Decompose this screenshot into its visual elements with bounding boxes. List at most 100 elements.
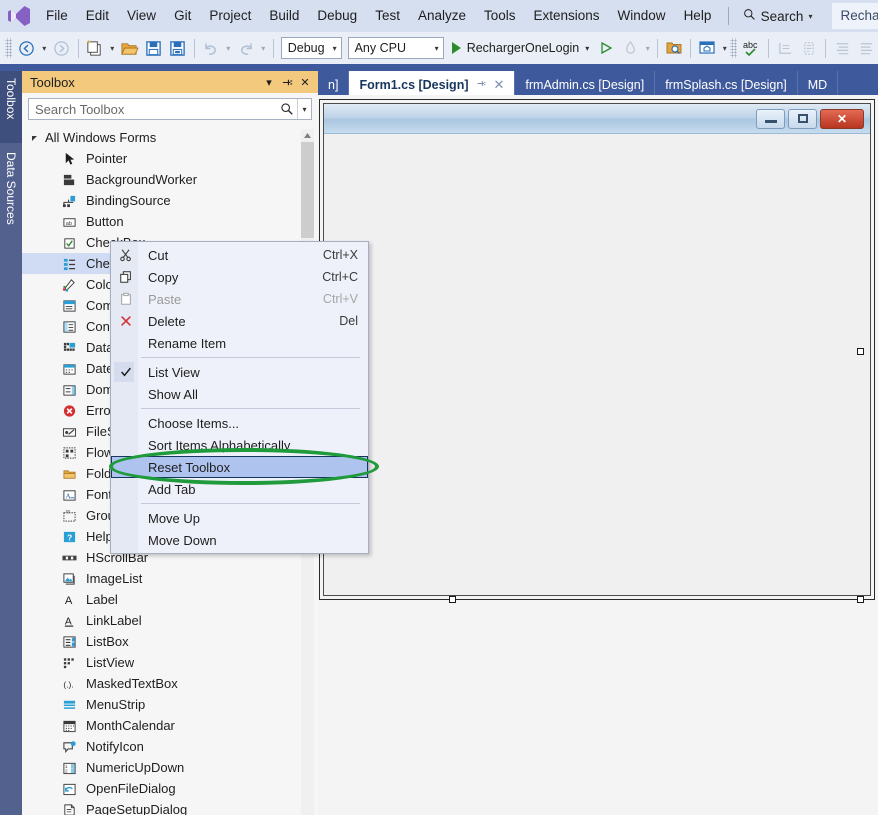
menu-item-file[interactable]: File xyxy=(37,3,77,29)
pin-icon[interactable] xyxy=(278,73,296,91)
toolbox-search-dropdown-icon[interactable]: ▾ xyxy=(297,99,311,119)
platform-combo[interactable]: Any CPU ▾ xyxy=(347,37,444,59)
toolbox-item-button[interactable]: ab Button xyxy=(22,211,318,232)
toolbar-grip-2[interactable] xyxy=(730,38,738,58)
toolbox-item-notifyicon[interactable]: NotifyIcon xyxy=(22,736,318,757)
editor-tab-frmsplash-cs--design-[interactable]: frmSplash.cs [Design] xyxy=(655,71,798,95)
vertical-tab-data-sources[interactable]: Data Sources xyxy=(0,145,22,255)
toolbox-context-menu[interactable]: Cut Ctrl+X Copy Ctrl+C Paste Ctrl+V Delete Del R… xyxy=(110,241,369,554)
toolbar-grip[interactable] xyxy=(5,38,12,58)
uncomment-icon[interactable] xyxy=(854,36,878,60)
context-menu-item-copy[interactable]: Copy Ctrl+C xyxy=(111,266,368,288)
vertical-tab-toolbox[interactable]: Toolbox xyxy=(0,71,22,143)
navigate-forward-icon[interactable] xyxy=(50,36,74,60)
designed-form[interactable]: ✕ xyxy=(323,103,871,596)
toolbox-item-monthcalendar[interactable]: MonthCalendar xyxy=(22,715,318,736)
resize-handle-right[interactable] xyxy=(857,348,864,355)
spellcheck-abc-icon[interactable]: abc xyxy=(740,36,764,60)
new-project-dropdown[interactable]: ▾ xyxy=(107,36,118,60)
scroll-up-arrow-icon[interactable] xyxy=(301,129,314,142)
menu-item-view[interactable]: View xyxy=(118,3,165,29)
toolbox-item-imagelist[interactable]: ImageList xyxy=(22,568,318,589)
navigate-back-icon[interactable] xyxy=(15,36,39,60)
context-menu-item-reset-toolbox[interactable]: Reset Toolbox xyxy=(111,456,368,478)
menu-item-extensions[interactable]: Extensions xyxy=(525,3,609,29)
menu-item-git[interactable]: Git xyxy=(165,3,200,29)
editor-tab-n-[interactable]: n] xyxy=(318,71,350,95)
toolbox-item-pagesetupdialog[interactable]: PageSetupDialog xyxy=(22,799,318,815)
menu-item-edit[interactable]: Edit xyxy=(77,3,118,29)
context-menu-item-rename-item[interactable]: Rename Item xyxy=(111,332,368,354)
context-menu-item-show-all[interactable]: Show All xyxy=(111,383,368,405)
context-menu-item-list-view[interactable]: List View xyxy=(111,361,368,383)
context-menu-item-move-down[interactable]: Move Down xyxy=(111,529,368,551)
context-menu-item-cut[interactable]: Cut Ctrl+X xyxy=(111,244,368,266)
navigate-back-dropdown[interactable]: ▾ xyxy=(39,36,50,60)
start-outline-icon[interactable] xyxy=(594,36,618,60)
toolbox-search-box[interactable]: Search Toolbox ▾ xyxy=(28,98,312,120)
menu-item-help[interactable]: Help xyxy=(675,3,721,29)
form-maximize-button[interactable] xyxy=(788,108,817,129)
menu-item-analyze[interactable]: Analyze xyxy=(409,3,475,29)
toolbox-item-label[interactable]: A Label xyxy=(22,589,318,610)
editor-tab-frmadmin-cs--design-[interactable]: frmAdmin.cs [Design] xyxy=(515,71,656,95)
context-menu-item-add-tab[interactable]: Add Tab xyxy=(111,478,368,500)
save-icon[interactable] xyxy=(142,36,166,60)
redo-dropdown[interactable]: ▾ xyxy=(258,36,269,60)
toolbox-item-bindingsource[interactable]: BindingSource xyxy=(22,190,318,211)
hot-reload-icon[interactable] xyxy=(618,36,642,60)
save-all-icon[interactable] xyxy=(166,36,190,60)
toolbox-item-openfiledialog[interactable]: OpenFileDialog xyxy=(22,778,318,799)
scrollbar-thumb[interactable] xyxy=(301,142,314,238)
solution-window-icon[interactable] xyxy=(695,36,719,60)
linklabel-icon: A xyxy=(60,612,78,629)
menu-item-test[interactable]: Test xyxy=(366,3,409,29)
context-menu-item-choose-items---[interactable]: Choose Items... xyxy=(111,412,368,434)
toolbox-item-numericupdown[interactable]: 1 2 NumericUpDown xyxy=(22,757,318,778)
toolbox-search-input[interactable]: Search Toolbox xyxy=(35,102,277,117)
toolbox-item-backgroundworker[interactable]: BackgroundWorker xyxy=(22,169,318,190)
undo-dropdown[interactable]: ▾ xyxy=(223,36,234,60)
toolbox-item-pointer[interactable]: Pointer xyxy=(22,148,318,169)
menu-item-window[interactable]: Window xyxy=(609,3,675,29)
solution-window-dropdown[interactable]: ▾ xyxy=(719,36,730,60)
editor-tab-md[interactable]: MD xyxy=(798,71,839,95)
toolbox-item-listbox[interactable]: ListBox xyxy=(22,631,318,652)
menu-item-debug[interactable]: Debug xyxy=(308,3,366,29)
context-menu-item-move-up[interactable]: Move Up xyxy=(111,507,368,529)
form-minimize-button[interactable] xyxy=(756,108,785,129)
redo-icon[interactable] xyxy=(234,36,258,60)
context-menu-item-sort-items-alphabetically[interactable]: Sort Items Alphabetically xyxy=(111,434,368,456)
menu-item-tools[interactable]: Tools xyxy=(475,3,525,29)
configuration-combo[interactable]: Debug ▾ xyxy=(280,37,342,59)
pin-icon[interactable] xyxy=(476,78,487,92)
comment-icon[interactable] xyxy=(797,36,821,60)
resize-handle-bottom-right[interactable] xyxy=(857,596,864,603)
increase-indent-icon[interactable] xyxy=(773,36,797,60)
resize-handle-bottom[interactable] xyxy=(449,596,456,603)
context-menu-item-delete[interactable]: Delete Del xyxy=(111,310,368,332)
toolbox-group-all-windows-forms[interactable]: All Windows Forms xyxy=(22,127,318,148)
menu-item-project[interactable]: Project xyxy=(200,3,260,29)
toolbox-item-maskedtextbox[interactable]: (.). MaskedTextBox xyxy=(22,673,318,694)
toolbox-item-menustrip[interactable]: MenuStrip xyxy=(22,694,318,715)
start-debugging-button[interactable]: RechargerOneLogin ▾ xyxy=(447,36,595,60)
toolbox-item-linklabel[interactable]: A LinkLabel xyxy=(22,610,318,631)
find-in-files-icon[interactable] xyxy=(662,36,686,60)
editor-tab-form1-cs--design-[interactable]: Form1.cs [Design] ✕ xyxy=(349,71,516,95)
format-selection-icon[interactable] xyxy=(830,36,854,60)
chevron-down-icon[interactable]: ▾ xyxy=(260,73,278,91)
menu-item-build[interactable]: Build xyxy=(260,3,308,29)
toolbox-item-listview[interactable]: ListView xyxy=(22,652,318,673)
undo-icon[interactable] xyxy=(199,36,223,60)
form-close-button[interactable]: ✕ xyxy=(820,108,864,129)
global-search[interactable]: Search ▾ xyxy=(737,5,819,27)
magnifier-icon[interactable] xyxy=(277,102,297,116)
close-icon[interactable]: ✕ xyxy=(296,73,314,91)
close-icon[interactable]: ✕ xyxy=(494,77,505,93)
open-file-icon[interactable] xyxy=(118,36,142,60)
new-project-icon[interactable] xyxy=(83,36,107,60)
hot-reload-dropdown[interactable]: ▾ xyxy=(642,36,653,60)
form-client-area[interactable] xyxy=(324,134,870,595)
form-designer-surface[interactable]: ✕ xyxy=(318,95,878,815)
